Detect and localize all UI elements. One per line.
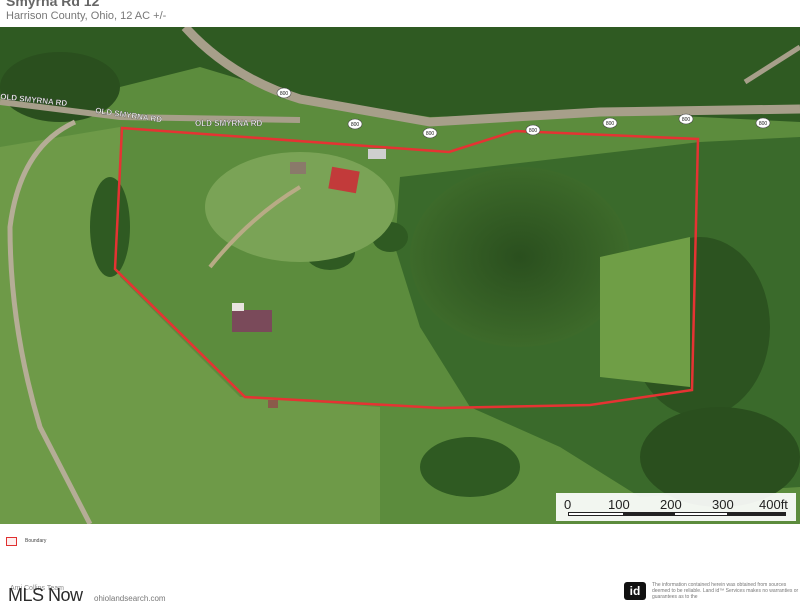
page-title: Smyrna Rd 12 [6,0,100,9]
scale-label: 200 [660,497,682,512]
scale-label: 300 [712,497,734,512]
tree-cluster [420,437,520,497]
route-shield: 800 [602,117,618,129]
scale-segment [623,513,675,515]
map-legend: Boundary [6,534,46,548]
scale-label: 400ft [759,497,788,512]
outbuilding [368,149,386,159]
svg-text:800: 800 [529,128,538,134]
tree-cluster [410,167,630,347]
land-id-logo: id [624,582,646,600]
shed-building [268,400,278,408]
route-shield: 800 [347,118,363,130]
disclaimer-text: The information contained herein was obt… [652,582,799,600]
aerial-map[interactable]: OLD SMYRNA RD OLD SMYRNA RD OLD SMYRNA R… [0,27,800,524]
svg-text:800: 800 [280,91,289,97]
tree-cluster [640,407,800,507]
outbuilding [232,303,244,311]
website-link[interactable]: ohiolandsearch.com [94,594,166,603]
page-subtitle: Harrison County, Ohio, 12 AC +/- [6,10,167,22]
scale-bar-graphic [568,512,786,516]
route-shield: 800 [276,87,292,99]
road-label: OLD SMYRNA RD [195,119,262,128]
route-shield: 800 [755,117,771,129]
svg-text:800: 800 [606,121,615,127]
footer-disclaimer: id The information contained herein was … [624,580,800,600]
route-shield: 800 [422,127,438,139]
svg-text:800: 800 [351,122,360,128]
svg-text:800: 800 [426,131,435,137]
meadow-patch [600,237,690,387]
scale-bar: 0 100 200 300 400ft [556,493,796,521]
mls-now-logo: MLS Now [8,585,83,605]
tree-cluster [90,177,130,277]
legend-label: Boundary [25,538,47,544]
footer-branding: Ami Collins Team MLS Now ohiolandsearch.… [4,580,304,604]
route-shield: 800 [525,124,541,136]
boundary-swatch-icon [6,536,17,546]
house-building [232,310,272,332]
scale-segment [727,513,785,515]
outbuilding [290,162,306,174]
map-canvas: OLD SMYRNA RD OLD SMYRNA RD OLD SMYRNA R… [0,27,800,524]
svg-text:800: 800 [682,117,691,123]
route-shield: 800 [678,113,694,125]
scale-label: 0 [564,497,572,512]
svg-text:800: 800 [759,121,768,127]
scale-label: 100 [608,497,630,512]
